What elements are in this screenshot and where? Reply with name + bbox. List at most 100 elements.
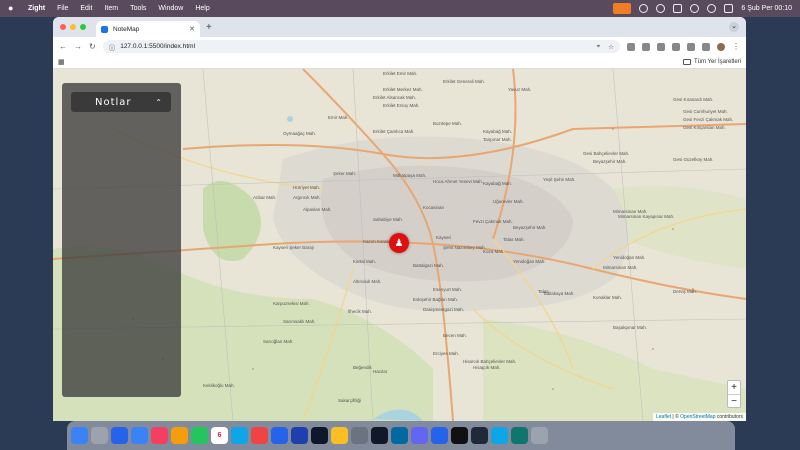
zoom-in-button[interactable]: + — [728, 381, 740, 394]
close-window-icon[interactable] — [60, 24, 66, 30]
search-icon[interactable] — [707, 4, 717, 13]
extension-icon[interactable] — [672, 42, 680, 51]
menubar: ● Zight File Edit Item Tools Window Help… — [0, 0, 800, 17]
wifi-icon[interactable] — [690, 4, 700, 13]
avatar[interactable] — [717, 42, 725, 51]
control-center-icon[interactable] — [724, 4, 734, 13]
bookmark-star-icon[interactable]: ☆ — [608, 43, 614, 51]
chrome-icon[interactable] — [251, 427, 268, 444]
menu-file[interactable]: File — [57, 5, 68, 12]
all-bookmarks-folder[interactable]: Tüm Yer İşaretleri — [682, 59, 741, 65]
map-place-label: Gesi Güzelköy Mah. — [673, 157, 714, 162]
map-place-label: Esenyurt Mah. — [433, 287, 463, 292]
map-place-label: Şeker Mah. — [333, 171, 357, 176]
menu-item[interactable]: Item — [104, 5, 118, 12]
status-icon[interactable] — [639, 4, 649, 13]
mail-icon[interactable] — [131, 427, 148, 444]
tab-notemap[interactable]: NoteMap ✕ — [96, 21, 200, 37]
url-text[interactable]: 127.0.0.1:5500/index.html — [120, 43, 195, 50]
xcode-icon[interactable] — [291, 427, 308, 444]
facetime-icon[interactable] — [191, 427, 208, 444]
map-place-label: Hürriyet Mah. — [293, 185, 321, 190]
new-tab-button[interactable]: + — [206, 22, 212, 33]
map-place-label: Argıncık Mah. — [293, 195, 321, 200]
minimize-window-icon[interactable] — [70, 24, 76, 30]
browser-window: NoteMap ✕ + ⌄ ← → ↻ ⓘ 127.0.0.1:5500/ind… — [53, 17, 746, 421]
tab-title: NoteMap — [113, 25, 140, 33]
menu-edit[interactable]: Edit — [80, 5, 92, 12]
menu-help[interactable]: Help — [195, 5, 209, 12]
notes-header[interactable]: Notlar ⌃ — [71, 92, 171, 112]
back-icon[interactable]: ← — [59, 42, 67, 51]
map-place-label: Sakarçiftliği — [338, 398, 362, 403]
map-canvas[interactable]: Erkilet Emir Mah. Erkilet Generali Mah. Er… — [53, 69, 746, 421]
notes-icon[interactable] — [331, 427, 348, 444]
forward-icon[interactable]: → — [74, 42, 82, 51]
map-place-label: Sahabiye Mah. — [373, 217, 404, 222]
map-place-label: Tablakaya Mah. — [543, 291, 575, 296]
github-icon[interactable] — [451, 427, 468, 444]
menu-app-name[interactable]: Zight — [28, 5, 45, 12]
menu-tools[interactable]: Tools — [130, 5, 146, 12]
map-place-label: Gesi Fevzi Çakmak Mah. — [683, 117, 734, 122]
browser-icon[interactable] — [311, 427, 328, 444]
extension-icon[interactable] — [642, 42, 650, 51]
menu-window[interactable]: Window — [158, 5, 183, 12]
sidepanel-icon[interactable] — [702, 42, 710, 51]
map-place-label: Yeşil Şehir Mah. — [543, 177, 576, 182]
map-place-label: Beğendik — [353, 365, 372, 370]
map-place-label: Sarımsaklı Mah. — [283, 319, 316, 324]
extension-icon[interactable] — [657, 42, 665, 51]
telegram-icon[interactable] — [491, 427, 508, 444]
terminal-icon[interactable] — [371, 427, 388, 444]
apple-icon[interactable]: ● — [8, 4, 16, 13]
leaflet-link[interactable]: Leaflet — [656, 414, 671, 420]
teams-icon[interactable] — [411, 427, 428, 444]
address-bar[interactable]: ⓘ 127.0.0.1:5500/index.html ⌖ ☆ — [102, 40, 620, 53]
copilot-icon[interactable] — [511, 427, 528, 444]
site-info-icon[interactable]: ⓘ — [109, 42, 116, 52]
outlook-icon[interactable] — [391, 427, 408, 444]
location-marker-icon[interactable]: ♟ — [389, 233, 409, 253]
menubar-clock[interactable]: 6 Şub Per 00:10 — [741, 5, 792, 12]
reload-icon[interactable]: ↻ — [89, 42, 96, 51]
vscode-icon[interactable] — [271, 427, 288, 444]
bookmarks-folder-label: Tüm Yer İşaretleri — [693, 59, 741, 65]
zoom-icon[interactable] — [431, 427, 448, 444]
maximize-window-icon[interactable] — [80, 24, 86, 30]
map-place-label: Anbar Mah. — [253, 195, 277, 200]
tab-close-icon[interactable]: ✕ — [189, 25, 195, 33]
photos-icon[interactable] — [171, 427, 188, 444]
attribution-tail: contributors — [715, 414, 743, 420]
extension-icon[interactable] — [627, 42, 635, 51]
map-place-label: Başakpınar Mah. — [613, 325, 648, 330]
battery-icon[interactable] — [673, 4, 683, 13]
finder-icon[interactable] — [71, 427, 88, 444]
osm-link[interactable]: OpenStreetMap — [680, 414, 715, 420]
window-controls — [60, 24, 86, 30]
apps-grid-icon[interactable]: ▦ — [58, 58, 65, 66]
launchpad-icon[interactable] — [91, 427, 108, 444]
zoom-out-button[interactable]: − — [728, 394, 740, 407]
map-place-label: Gesi Kılıçarslan Mah. — [683, 125, 726, 130]
folder-icon — [682, 59, 691, 65]
recording-icon[interactable] — [613, 3, 632, 14]
map-place-label: Uğurevler Mah. — [493, 199, 524, 204]
more-menu-icon[interactable]: ⋮ — [732, 42, 740, 51]
settings-icon[interactable] — [351, 427, 368, 444]
location-icon[interactable]: ⌖ — [597, 43, 601, 51]
zoom-control: + − — [727, 380, 741, 408]
terminal2-icon[interactable] — [471, 427, 488, 444]
map-place-label: Battalgazi Mah. — [413, 263, 445, 268]
trash-icon[interactable] — [531, 427, 548, 444]
appstore-icon[interactable] — [231, 427, 248, 444]
collapse-chevron-icon[interactable]: ⌃ — [155, 98, 163, 107]
calendar-icon[interactable]: 6 — [211, 427, 228, 444]
map-place-label: Becen Mah. — [443, 333, 468, 338]
extensions-puzzle-icon[interactable] — [687, 42, 695, 51]
status-icon[interactable] — [656, 4, 666, 13]
music-icon[interactable] — [151, 427, 168, 444]
safari-icon[interactable] — [111, 427, 128, 444]
tab-search-icon[interactable]: ⌄ — [729, 22, 739, 32]
map-place-label: Talas Mah. — [503, 237, 525, 242]
